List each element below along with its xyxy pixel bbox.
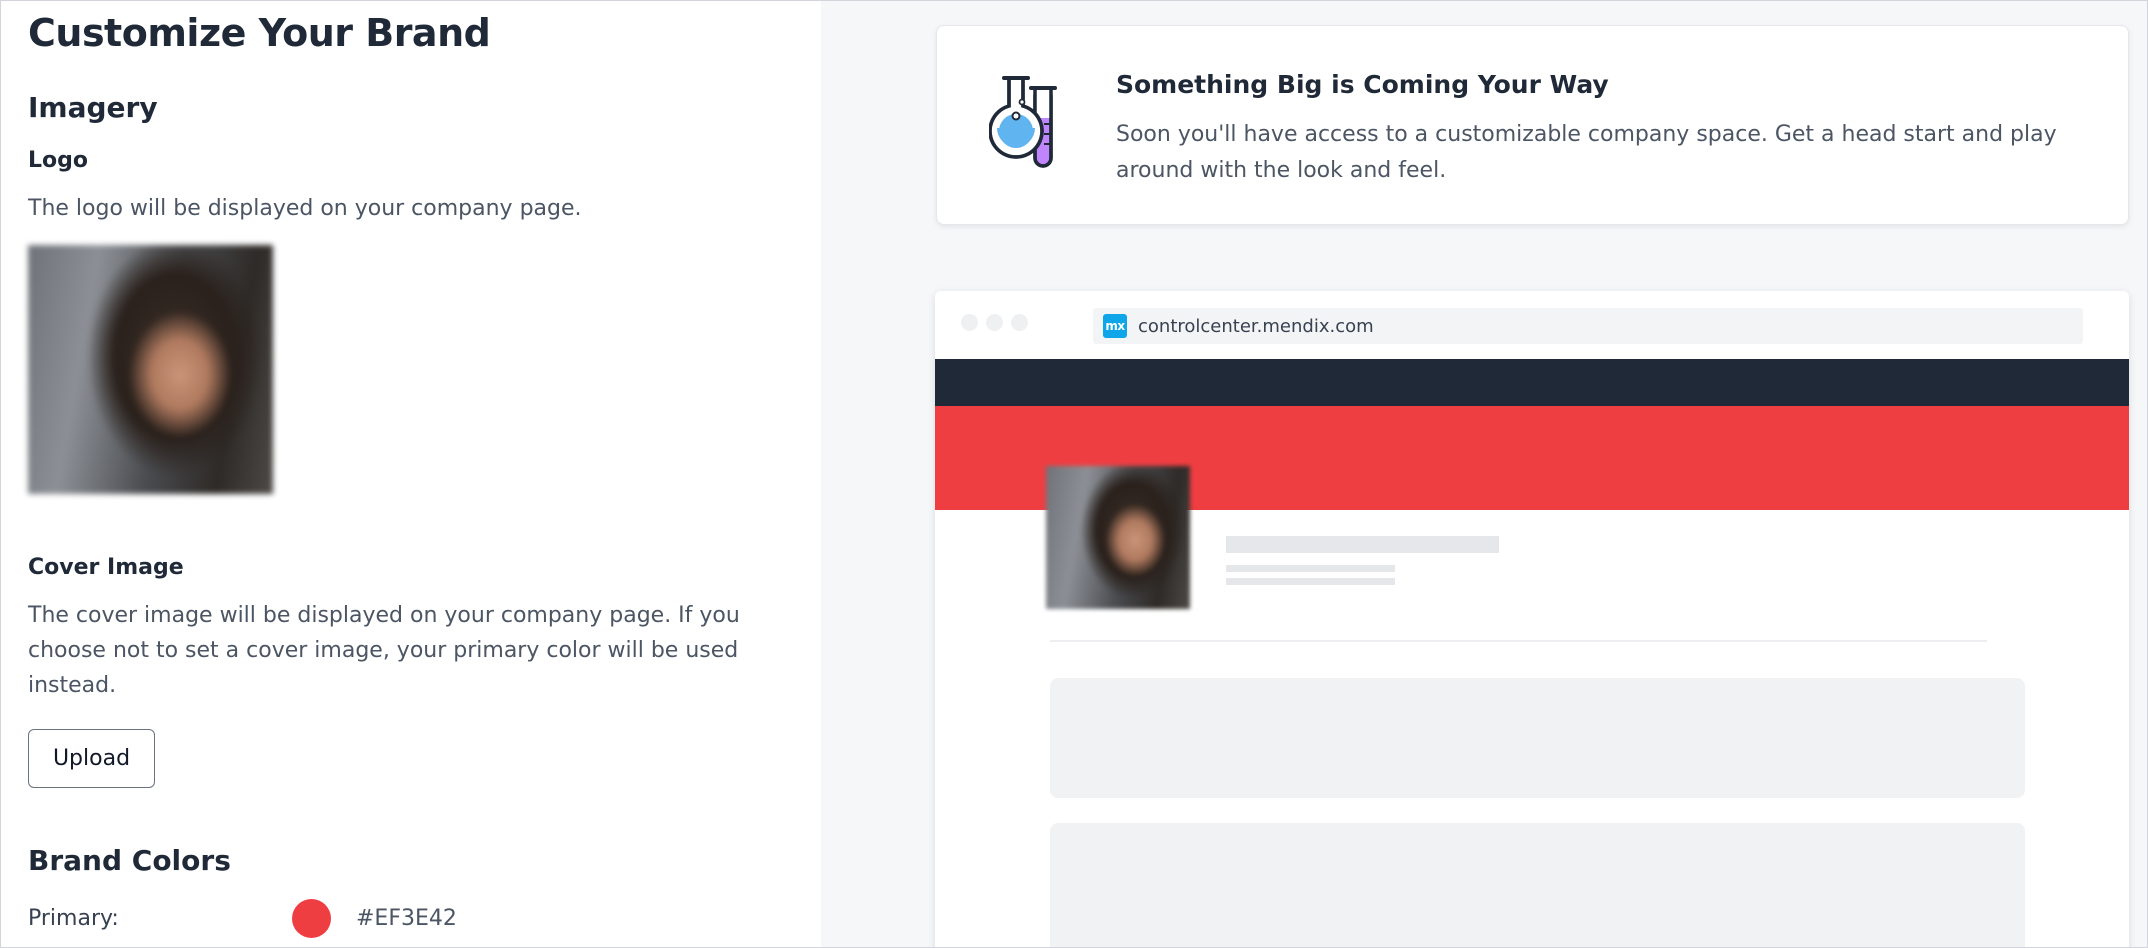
preview-logo-image <box>1046 466 1190 609</box>
cover-help-line: choose not to set a cover image, your pr… <box>28 638 739 663</box>
logo-image[interactable] <box>28 245 273 494</box>
logo-label: Logo <box>28 148 88 173</box>
primary-color-swatch[interactable] <box>292 898 331 938</box>
lab-flask-icon <box>988 72 1065 178</box>
cover-help-line: The cover image will be displayed on you… <box>28 603 740 628</box>
cover-image-help-text: The cover image will be displayed on you… <box>28 598 740 703</box>
preview-panel: Something Big is Coming Your Way Soon yo… <box>821 1 2147 947</box>
notice-title: Something Big is Coming Your Way <box>1116 70 1609 99</box>
preview-divider <box>1050 640 1987 642</box>
address-bar: mx controlcenter.mendix.com <box>1093 308 2083 344</box>
imagery-heading: Imagery <box>28 91 158 124</box>
brand-settings-panel: Customize Your Brand Imagery Logo The lo… <box>1 1 821 947</box>
preview-navbar <box>935 359 2129 406</box>
brand-colors-heading: Brand Colors <box>28 844 231 877</box>
notice-body: Soon you'll have access to a customizabl… <box>1116 122 2057 183</box>
company-page-preview: mx controlcenter.mendix.com <box>935 291 2129 947</box>
browser-toolbar: mx controlcenter.mendix.com <box>935 291 2129 359</box>
window-dot <box>961 314 978 331</box>
cover-help-line: instead. <box>28 673 117 698</box>
skeleton-title <box>1226 536 1499 553</box>
cover-image-label: Cover Image <box>28 555 184 580</box>
skeleton-card <box>1050 678 2025 798</box>
coming-soon-notice: Something Big is Coming Your Way Soon yo… <box>936 25 2129 225</box>
logo-help-text: The logo will be displayed on your compa… <box>28 196 582 221</box>
mendix-logo-icon: mx <box>1103 314 1127 338</box>
skeleton-line <box>1226 565 1395 572</box>
primary-color-hex[interactable]: #EF3E42 <box>356 906 457 931</box>
window-dot <box>1011 314 1028 331</box>
upload-button[interactable]: Upload <box>28 729 155 788</box>
app-frame: Customize Your Brand Imagery Logo The lo… <box>0 0 2148 948</box>
primary-color-label: Primary: <box>28 905 119 931</box>
page-title: Customize Your Brand <box>28 11 491 55</box>
skeleton-card <box>1050 823 2025 947</box>
primary-color-row: Primary: #EF3E42 <box>28 898 728 938</box>
skeleton-line <box>1226 578 1395 585</box>
address-url: controlcenter.mendix.com <box>1138 315 1374 337</box>
window-dot <box>986 314 1003 331</box>
